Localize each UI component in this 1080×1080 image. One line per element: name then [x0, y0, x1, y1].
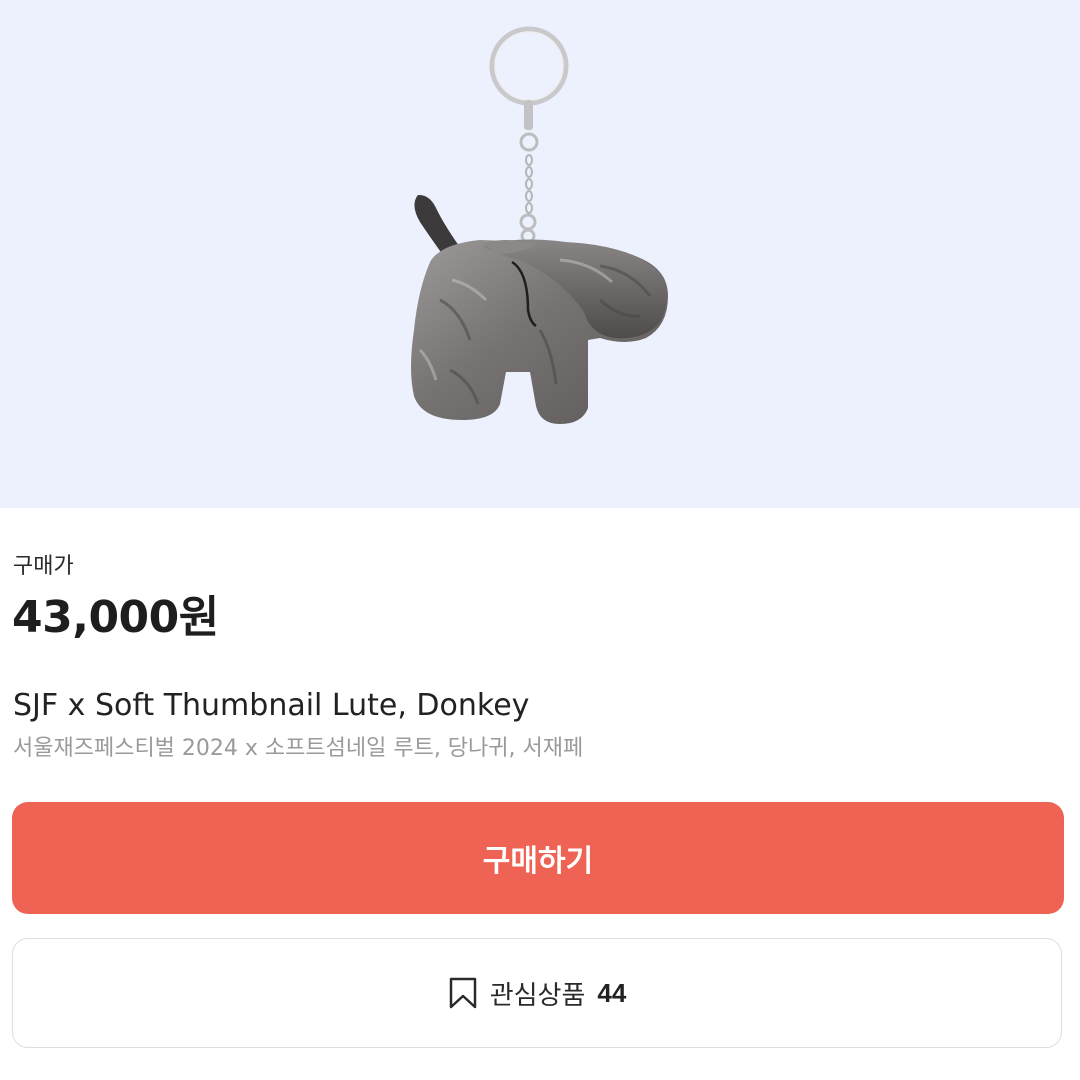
- buy-button[interactable]: 구매하기: [12, 802, 1064, 914]
- product-subtitle: 서울재즈페스티벌 2024 x 소프트섬네일 루트, 당나귀, 서재페: [13, 736, 584, 761]
- price-label: 구매가: [13, 554, 74, 579]
- buy-button-label: 구매하기: [482, 845, 594, 878]
- product-image-area: [0, 0, 1080, 508]
- donkey-keychain-image: [411, 26, 668, 424]
- product-title: SJF x Soft Thumbnail Lute, Donkey: [13, 688, 530, 723]
- wishlist-button[interactable]: 관심상품 44: [12, 938, 1062, 1048]
- wishlist-count: 44: [597, 977, 627, 1008]
- price-value: 43,000원: [12, 592, 219, 643]
- wishlist-label: 관심상품: [489, 979, 586, 1010]
- bookmark-icon: [448, 977, 478, 1009]
